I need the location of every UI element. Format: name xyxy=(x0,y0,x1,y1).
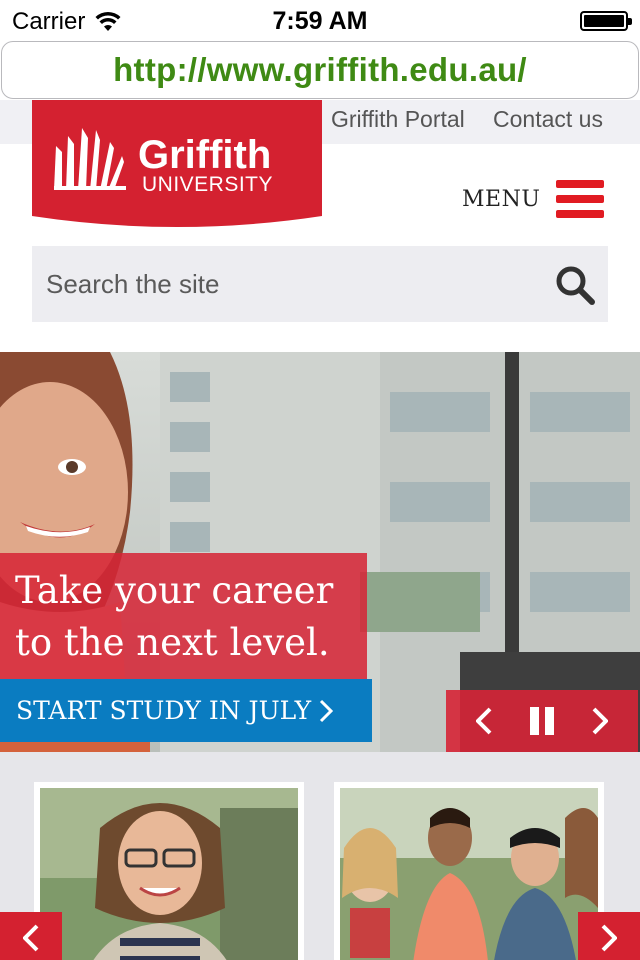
browser-url-bar: http://www.griffith.edu.au/ xyxy=(0,40,640,100)
hero-headline-line2: to the next level. xyxy=(15,621,330,664)
pause-icon xyxy=(530,707,554,735)
griffith-logo-mark: Griffith UNIVERSITY xyxy=(32,100,322,227)
search-input[interactable] xyxy=(32,254,532,314)
search-icon[interactable] xyxy=(554,264,596,306)
card-image-group xyxy=(340,788,598,960)
feature-cards xyxy=(0,752,640,960)
chevron-right-icon xyxy=(601,924,617,952)
logo-subtitle: UNIVERSITY xyxy=(142,173,273,196)
status-bar: Carrier 7:59 AM xyxy=(0,0,640,40)
chevron-left-icon xyxy=(23,924,39,952)
contact-us-link[interactable]: Contact us xyxy=(493,106,603,133)
griffith-portal-link[interactable]: Griffith Portal xyxy=(331,106,465,133)
carousel-next-button[interactable] xyxy=(582,701,618,741)
battery-icon xyxy=(580,11,632,31)
card-image-student xyxy=(40,788,298,960)
cards-next-button[interactable] xyxy=(578,912,640,960)
hero-headline-line1: Take your career xyxy=(15,569,334,612)
start-study-button[interactable]: START STUDY IN JULY xyxy=(0,679,372,742)
cards-prev-button[interactable] xyxy=(0,912,62,960)
start-study-label: START STUDY IN JULY xyxy=(16,696,312,725)
menu-label: MENU xyxy=(462,186,541,212)
logo-name: Griffith xyxy=(138,133,271,177)
chevron-left-icon xyxy=(476,707,492,735)
griffith-logo[interactable]: Griffith UNIVERSITY xyxy=(32,100,322,228)
hero-headline: Take your career to the next level. xyxy=(0,553,367,679)
chevron-right-icon xyxy=(592,707,608,735)
hero-carousel: Take your career to the next level. STAR… xyxy=(0,352,640,752)
address-field[interactable]: http://www.griffith.edu.au/ xyxy=(1,41,639,99)
feature-card[interactable] xyxy=(34,782,304,960)
carousel-pause-button[interactable] xyxy=(524,701,560,741)
menu-button[interactable]: MENU xyxy=(462,176,608,222)
feature-card[interactable] xyxy=(334,782,604,960)
search-bar xyxy=(32,246,608,322)
hamburger-icon xyxy=(556,178,604,220)
carousel-prev-button[interactable] xyxy=(466,701,502,741)
url-text: http://www.griffith.edu.au/ xyxy=(113,51,527,88)
carousel-controls xyxy=(446,690,638,752)
clock: 7:59 AM xyxy=(272,7,368,35)
chevron-right-icon xyxy=(320,699,334,722)
